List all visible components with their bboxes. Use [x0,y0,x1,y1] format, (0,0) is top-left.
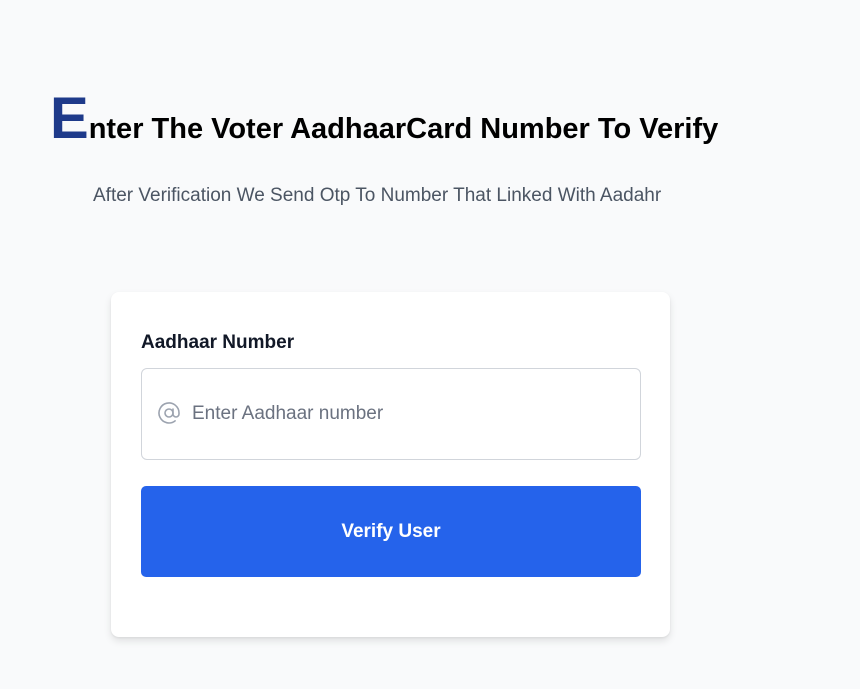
verification-form-card: Aadhaar Number Verify User [111,292,670,637]
verification-page: E nter The Voter AadhaarCard Number To V… [0,0,860,689]
verify-user-button[interactable]: Verify User [141,486,641,577]
page-subtitle: After Verification We Send Otp To Number… [93,185,662,206]
aadhaar-number-input[interactable] [192,370,632,458]
aadhaar-number-label: Aadhaar Number [141,332,295,353]
aadhaar-input-container[interactable] [141,368,641,460]
at-icon [157,401,181,425]
title-drop-cap: E [50,86,89,151]
title-text: nter The Voter AadhaarCard Number To Ver… [88,113,719,145]
page-title: E nter The Voter AadhaarCard Number To V… [50,90,718,148]
